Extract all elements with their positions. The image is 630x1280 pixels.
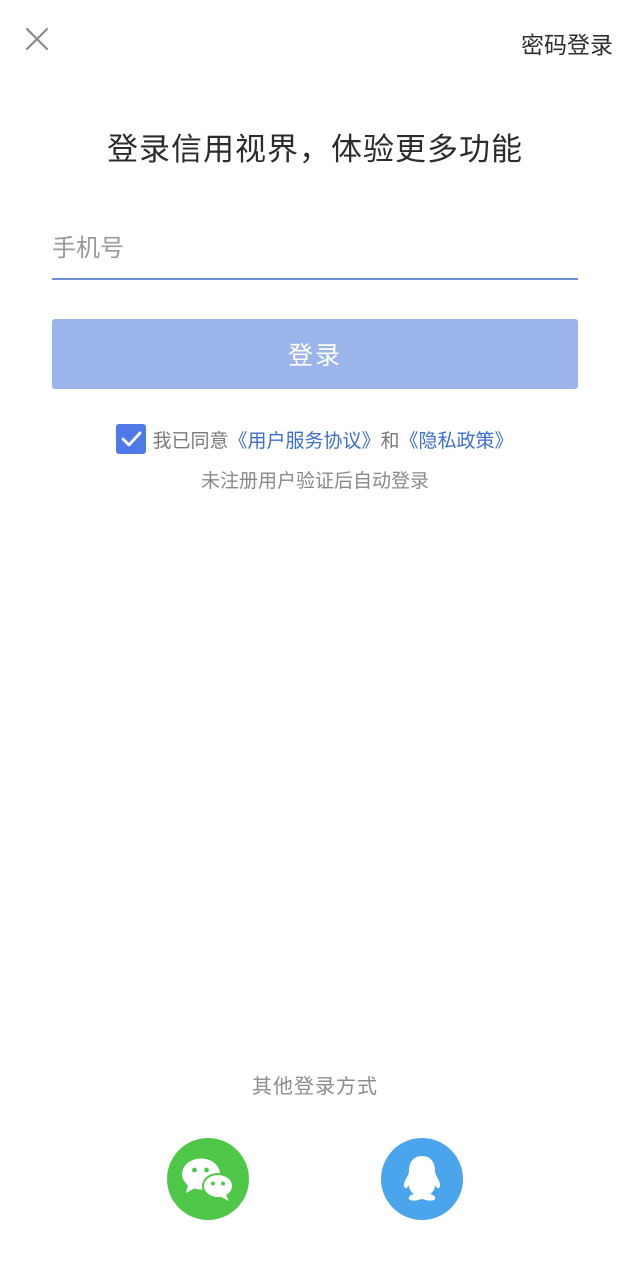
page-title: 登录信用视界，体验更多功能 [107,132,523,168]
wechat-login-button[interactable] [167,1138,249,1220]
login-button[interactable]: 登录 [52,319,578,389]
phone-field-wrapper [52,222,578,280]
close-button[interactable] [20,22,54,56]
privacy-policy-link[interactable]: 《隐私政策》 [400,426,514,453]
wechat-icon [182,1158,234,1201]
agreement-row: 我已同意 《用户服务协议》 和 《隐私政策》 [0,424,630,454]
registration-note: 未注册用户验证后自动登录 [200,470,429,492]
other-login-title: 其他登录方式 [252,1074,378,1098]
agreement-checkbox[interactable] [116,424,147,454]
checkmark-icon [122,431,142,447]
agreement-prefix: 我已同意 [152,429,229,452]
qq-login-button[interactable] [381,1138,463,1220]
phone-input[interactable] [52,222,578,274]
password-login-link[interactable]: 密码登录 [521,26,613,60]
qq-icon [403,1156,441,1201]
user-agreement-link[interactable]: 《用户服务协议》 [228,426,380,453]
close-icon [25,27,49,51]
agreement-and: 和 [380,429,400,452]
